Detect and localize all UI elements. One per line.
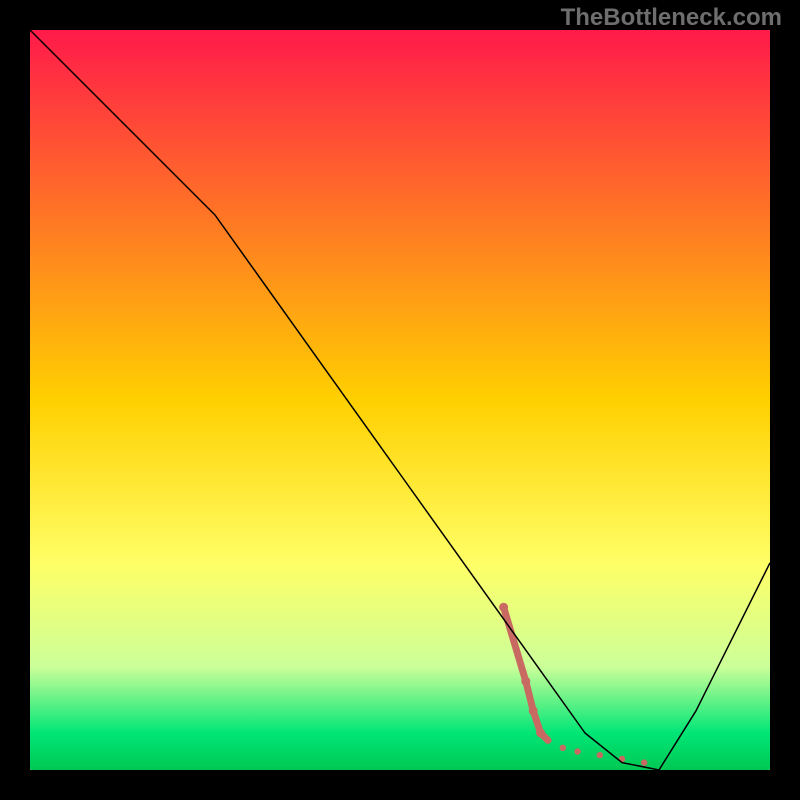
highlight-dot bbox=[641, 759, 647, 765]
highlight-dot bbox=[529, 706, 538, 715]
chart-plot-area bbox=[30, 30, 770, 770]
highlight-dot bbox=[499, 603, 508, 612]
highlight-dot bbox=[536, 729, 545, 738]
highlight-dot bbox=[545, 737, 551, 743]
highlight-dot bbox=[560, 745, 566, 751]
highlight-dot bbox=[574, 748, 580, 754]
highlight-dot bbox=[597, 752, 603, 758]
highlight-dot bbox=[521, 677, 530, 686]
chart-svg bbox=[30, 30, 770, 770]
watermark-text: TheBottleneck.com bbox=[561, 4, 782, 32]
